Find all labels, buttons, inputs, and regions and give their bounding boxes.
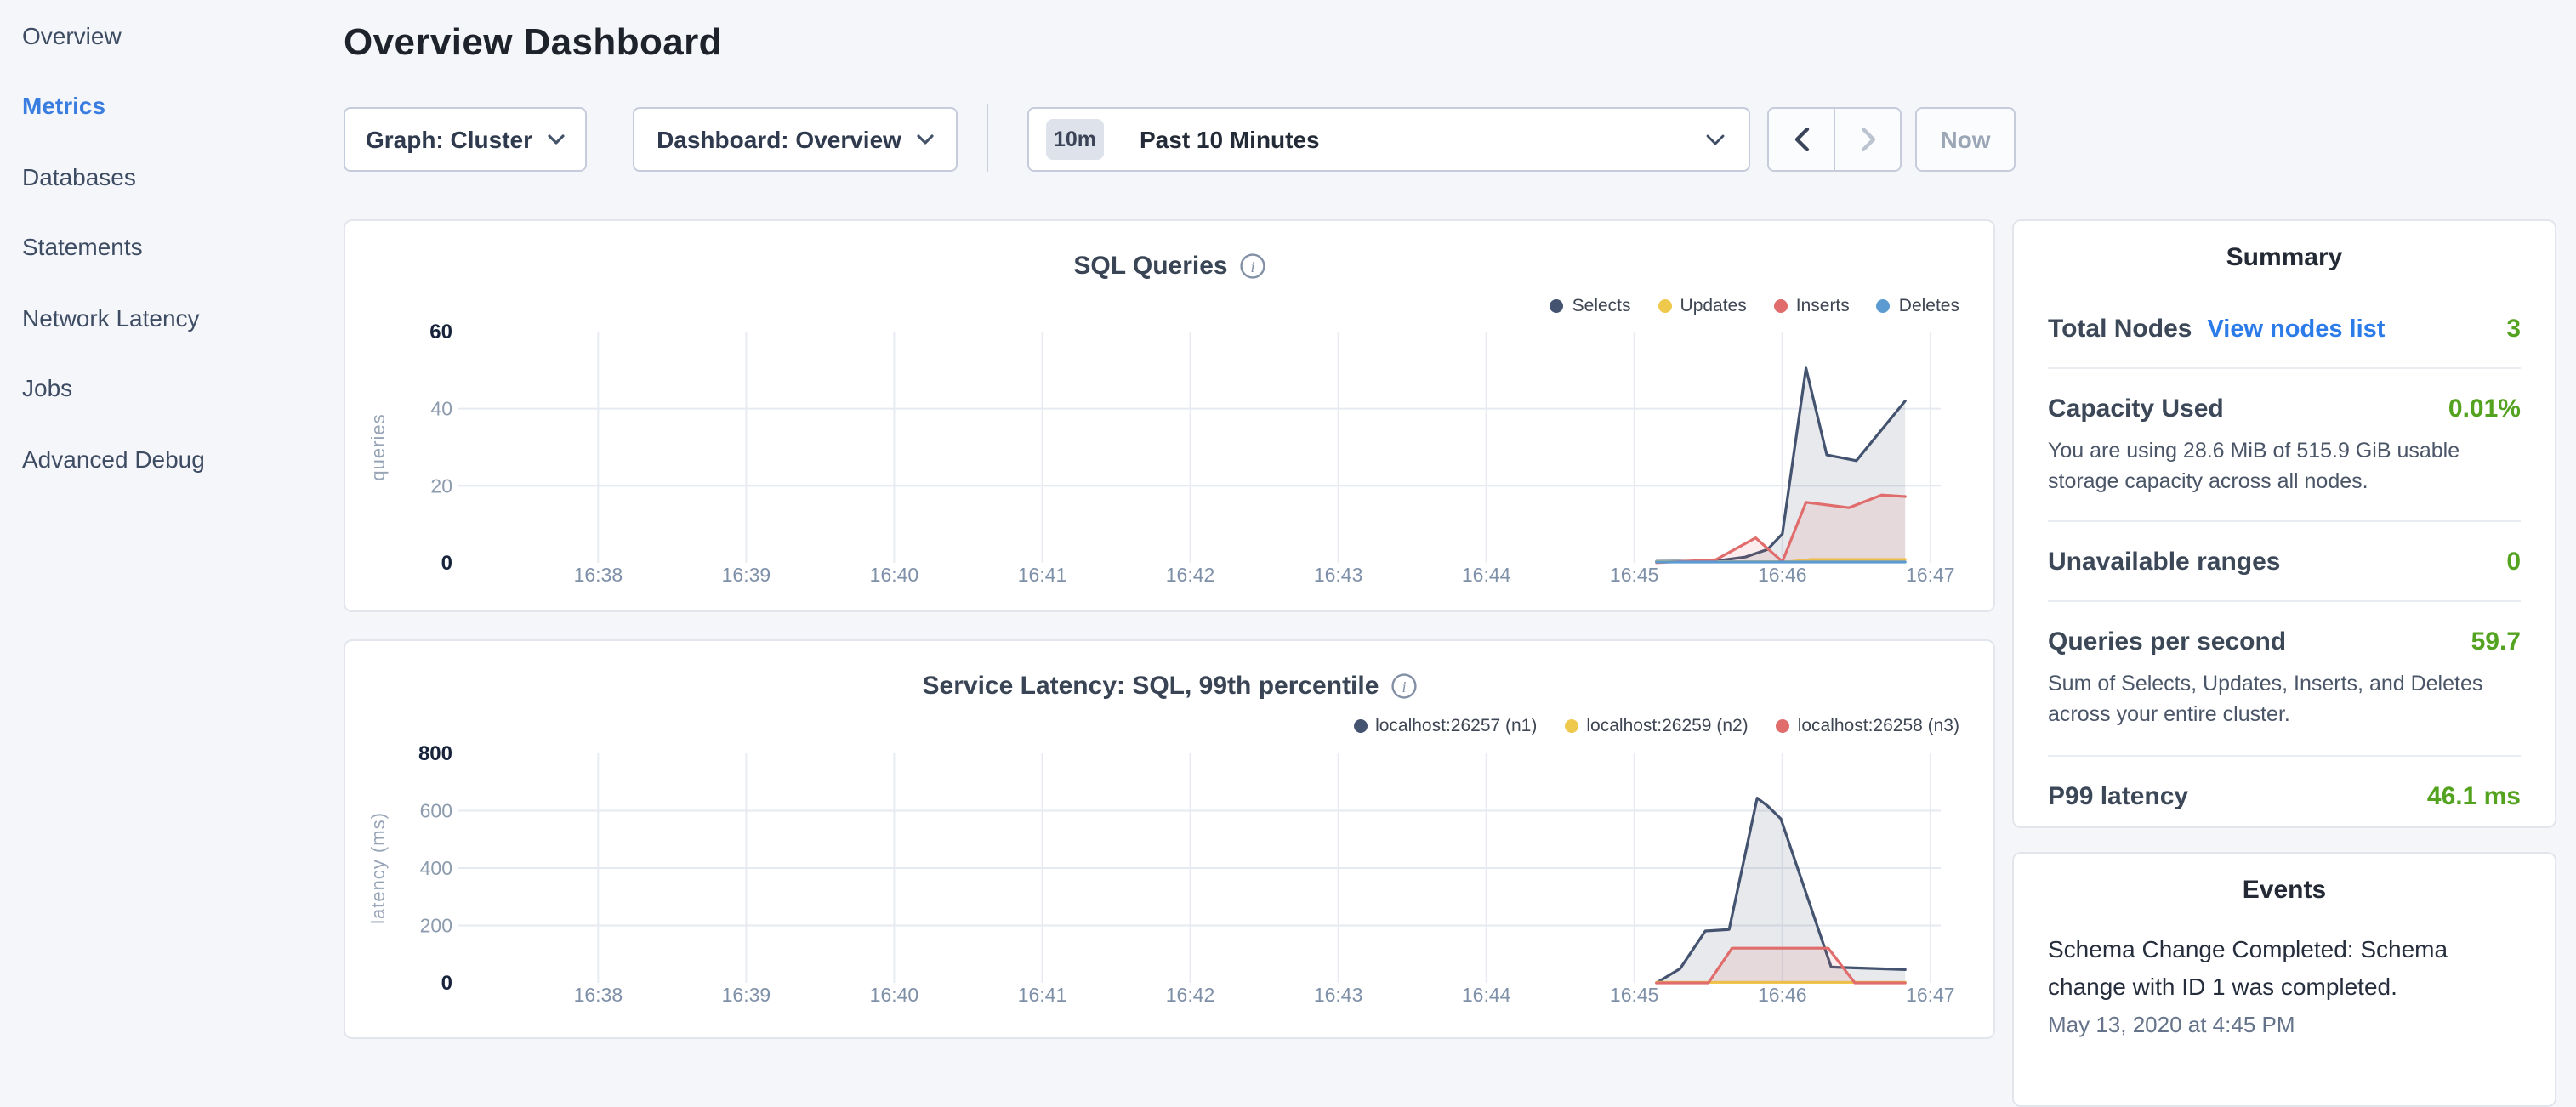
summary-row-capacity-used: Capacity Used 0.01% You are using 28.6 M… [2048, 369, 2521, 521]
svg-text:16:38: 16:38 [574, 564, 623, 586]
summary-title: Summary [2048, 241, 2521, 275]
time-range-label: Past 10 Minutes [1140, 126, 1320, 153]
svg-text:16:41: 16:41 [1018, 564, 1067, 586]
event-message: Schema Change Completed: Schema change w… [2048, 930, 2521, 1007]
svg-text:16:45: 16:45 [1610, 564, 1659, 586]
summary-description: Sum of Selects, Updates, Inserts, and De… [2048, 669, 2521, 731]
view-nodes-list-link[interactable]: View nodes list [2207, 316, 2385, 343]
svg-text:16:44: 16:44 [1462, 984, 1511, 1006]
summary-description: You are using 28.6 MiB of 515.9 GiB usab… [2048, 435, 2521, 497]
svg-text:0: 0 [441, 552, 452, 575]
graph-dropdown[interactable]: Graph: Cluster [344, 107, 587, 172]
summary-row-queries-per-second: Queries per second 59.7 Sum of Selects, … [2048, 603, 2521, 755]
sidebar-item-advanced-debug[interactable]: Advanced Debug [0, 423, 344, 494]
events-title: Events [2048, 874, 2521, 908]
svg-text:16:38: 16:38 [574, 984, 623, 1006]
chevron-left-icon [1794, 128, 1809, 151]
svg-text:16:46: 16:46 [1758, 564, 1807, 586]
svg-text:16:43: 16:43 [1314, 564, 1363, 586]
sidebar-item-statements[interactable]: Statements [0, 212, 344, 282]
service-latency-chart-card: Service Latency: SQL, 99th percentile i … [344, 639, 1995, 1039]
chevron-down-icon [1706, 133, 1725, 145]
page-title: Overview Dashboard [344, 20, 722, 65]
summary-label: Capacity Used [2048, 395, 2224, 423]
sql-queries-chart-card: SQL Queries i SelectsUpdatesInsertsDelet… [344, 219, 1995, 612]
event-item[interactable]: Schema Change Completed: Schema change w… [2048, 930, 2521, 1037]
time-range-badge: 10m [1046, 119, 1104, 160]
svg-text:latency (ms): latency (ms) [367, 812, 389, 924]
chevron-down-icon [548, 134, 565, 145]
svg-text:16:42: 16:42 [1166, 984, 1215, 1006]
svg-text:16:40: 16:40 [870, 984, 919, 1006]
summary-label: Unavailable ranges [2048, 548, 2280, 577]
sidebar: Overview Metrics Databases Statements Ne… [0, 0, 344, 1051]
summary-row-p99-latency: P99 latency 46.1 ms [2048, 756, 2521, 834]
summary-value: 59.7 [2471, 628, 2521, 657]
svg-text:16:42: 16:42 [1166, 564, 1215, 586]
svg-text:200: 200 [420, 915, 452, 937]
svg-text:queries: queries [367, 413, 389, 480]
toolbar-divider [987, 104, 988, 172]
dashboard-dropdown[interactable]: Dashboard: Overview [633, 107, 958, 172]
sidebar-item-jobs[interactable]: Jobs [0, 353, 344, 423]
time-range-selector[interactable]: 10m Past 10 Minutes [1027, 107, 1750, 172]
sql-queries-plot[interactable]: 16:38 16:39 16:40 16:41 16:42 16:43 16:44 16:45… [345, 221, 1993, 610]
sidebar-item-metrics[interactable]: Metrics [0, 71, 344, 141]
events-panel: Events Schema Change Completed: Schema c… [2012, 852, 2556, 1107]
svg-text:16:47: 16:47 [1906, 564, 1955, 586]
svg-text:16:39: 16:39 [722, 984, 771, 1006]
event-timestamp: May 13, 2020 at 4:45 PM [2048, 1012, 2521, 1037]
svg-text:60: 60 [429, 321, 452, 343]
sidebar-item-network-latency[interactable]: Network Latency [0, 282, 344, 353]
svg-text:16:47: 16:47 [1906, 984, 1955, 1006]
svg-text:400: 400 [420, 857, 452, 879]
summary-row-unavailable-ranges: Unavailable ranges 0 [2048, 523, 2521, 601]
summary-label: Total Nodes [2048, 315, 2192, 343]
svg-text:40: 40 [430, 398, 452, 420]
svg-text:16:46: 16:46 [1758, 984, 1807, 1006]
svg-text:800: 800 [418, 742, 452, 765]
toolbar: Graph: Cluster Dashboard: Overview 10m P… [344, 107, 2044, 172]
now-button[interactable]: Now [1915, 107, 2016, 172]
sidebar-item-databases[interactable]: Databases [0, 141, 344, 212]
chevron-right-icon [1860, 128, 1875, 151]
svg-text:0: 0 [441, 972, 452, 995]
service-latency-plot[interactable]: 16:38 16:39 16:40 16:41 16:42 16:43 16:44 16:45… [345, 641, 1993, 1037]
summary-label: Queries per second [2048, 628, 2286, 657]
dashboard-dropdown-label: Dashboard: Overview [657, 126, 901, 153]
time-forward-button[interactable] [1835, 109, 1900, 170]
summary-panel: Summary Total Nodes View nodes list 3 Ca… [2012, 219, 2556, 827]
chevron-down-icon [917, 134, 934, 145]
summary-value: 0 [2506, 548, 2521, 577]
summary-value: 0.01% [2448, 395, 2521, 423]
svg-text:16:43: 16:43 [1314, 984, 1363, 1006]
summary-label: P99 latency [2048, 781, 2188, 810]
svg-text:16:41: 16:41 [1018, 984, 1067, 1006]
svg-text:16:45: 16:45 [1610, 984, 1659, 1006]
summary-value: 3 [2506, 315, 2521, 343]
svg-text:16:39: 16:39 [722, 564, 771, 586]
time-back-button[interactable] [1769, 109, 1835, 170]
svg-text:20: 20 [430, 474, 452, 497]
app-root: Overview Metrics Databases Statements Ne… [0, 0, 2576, 1051]
sidebar-item-overview[interactable]: Overview [0, 0, 344, 71]
svg-text:600: 600 [420, 800, 452, 822]
svg-text:16:40: 16:40 [870, 564, 919, 586]
svg-text:16:44: 16:44 [1462, 564, 1511, 586]
summary-value: 46.1 ms [2427, 781, 2521, 810]
summary-row-total-nodes: Total Nodes View nodes list 3 [2048, 289, 2521, 367]
graph-dropdown-label: Graph: Cluster [366, 126, 532, 153]
time-pager [1767, 107, 1902, 172]
